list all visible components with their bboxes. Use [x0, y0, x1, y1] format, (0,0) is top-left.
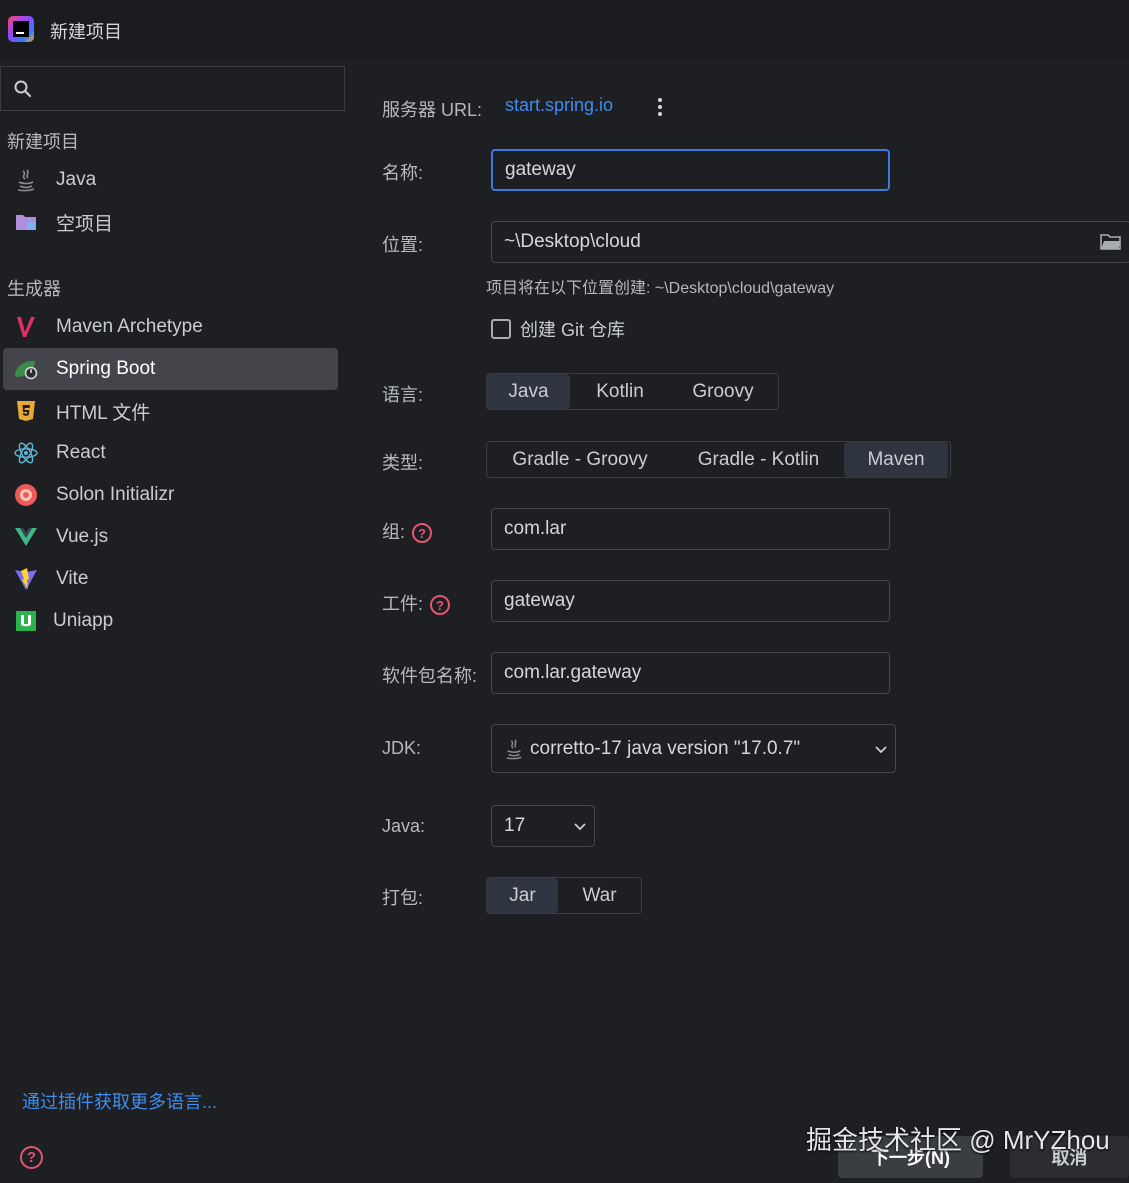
artifact-value: gateway [504, 590, 575, 611]
package-name-field[interactable]: com.lar.gateway [491, 652, 890, 694]
sidebar-item-html[interactable]: HTML 文件 [3, 390, 338, 432]
empty-project-icon [13, 209, 39, 235]
sidebar-item-maven-archetype[interactable]: Maven Archetype [3, 306, 338, 348]
java-version-dropdown[interactable]: 17 [491, 805, 595, 847]
react-icon [13, 440, 39, 466]
sidebar-item-label: Maven Archetype [56, 316, 203, 337]
packaging-label: 打包: [382, 888, 424, 908]
jdk-label: JDK: [382, 738, 422, 758]
create-git-repo-label: 创建 Git 仓库 [520, 320, 626, 340]
artifact-label-text: 工件: [382, 594, 424, 614]
location-field[interactable]: ~\Desktop\cloud [491, 221, 1129, 263]
name-value: gateway [505, 159, 576, 180]
folder-browse-icon[interactable] [1100, 233, 1122, 251]
type-option-maven[interactable]: Maven [844, 442, 948, 477]
group-value: com.lar [504, 518, 567, 539]
package-name-value: com.lar.gateway [504, 662, 642, 683]
sidebar-item-spring-boot[interactable]: Spring Boot [3, 348, 338, 390]
type-segmented-control: Gradle - Groovy Gradle - Kotlin Maven [486, 441, 951, 478]
type-option-gradle-kotlin[interactable]: Gradle - Kotlin [673, 442, 844, 477]
checkbox-box[interactable] [491, 319, 511, 339]
java-icon [506, 738, 522, 759]
sidebar-item-label: HTML 文件 [56, 402, 151, 424]
artifact-field[interactable]: gateway [491, 580, 890, 622]
sidebar-item-label: 空项目 [56, 213, 114, 235]
sidebar: 新建项目 Java 空项目 生成器 Maven Archetype Spring… [0, 58, 346, 1183]
window-title: 新建项目 [50, 22, 122, 42]
watermark: 掘金技术社区 @ MrYZhou [806, 1125, 1110, 1155]
jdk-value: corretto-17 java version "17.0.7" [530, 737, 801, 759]
jdk-dropdown[interactable]: corretto-17 java version "17.0.7" [491, 724, 896, 773]
sidebar-item-label: Vue.js [56, 526, 109, 547]
server-url-label: 服务器 URL: [382, 100, 483, 120]
location-hint: 项目将在以下位置创建: ~\Desktop\cloud\gateway [486, 280, 835, 297]
location-value: ~\Desktop\cloud [504, 231, 641, 252]
sidebar-item-label: Spring Boot [56, 358, 156, 379]
group-label: 组:? [382, 518, 433, 544]
java-version-label: Java: [382, 816, 426, 836]
project-settings-form: 服务器 URL: start.spring.io 名称: gateway 位置:… [346, 58, 1129, 1183]
artifact-help-icon[interactable]: ? [430, 595, 451, 616]
chevron-down-icon [574, 823, 586, 831]
search-icon [14, 80, 32, 98]
uniapp-icon [13, 608, 39, 634]
language-option-groovy[interactable]: Groovy [670, 374, 776, 409]
packaging-option-jar[interactable]: Jar [487, 878, 558, 913]
language-option-kotlin[interactable]: Kotlin [570, 374, 670, 409]
help-icon[interactable]: ? [20, 1146, 43, 1169]
sidebar-item-solon[interactable]: Solon Initializr [3, 474, 338, 516]
packaging-option-war[interactable]: War [558, 878, 641, 913]
sidebar-item-label: Vite [56, 568, 89, 589]
html5-icon [13, 398, 39, 424]
intellij-logo-icon [8, 16, 34, 42]
sidebar-item-label: React [56, 442, 106, 463]
group-field[interactable]: com.lar [491, 508, 890, 550]
java-icon [13, 167, 39, 193]
location-label: 位置: [382, 235, 424, 255]
solon-icon [13, 482, 39, 508]
type-option-gradle-groovy[interactable]: Gradle - Groovy [487, 442, 673, 477]
sidebar-item-label: Java [56, 169, 97, 190]
sidebar-item-java[interactable]: Java [3, 159, 338, 201]
vite-icon [13, 566, 39, 592]
vue-icon [13, 524, 39, 550]
spring-boot-icon [13, 356, 39, 382]
group-help-icon[interactable]: ? [412, 523, 433, 544]
artifact-label: 工件:? [382, 590, 451, 616]
package-name-label: 软件包名称: [382, 666, 478, 686]
group-label-text: 组: [382, 522, 406, 542]
packaging-segmented-control: Jar War [486, 877, 642, 914]
server-url-link[interactable]: start.spring.io [505, 95, 613, 116]
type-label: 类型: [382, 453, 424, 473]
maven-icon [13, 314, 39, 340]
language-option-java[interactable]: Java [487, 374, 570, 409]
section-title-new-project: 新建项目 [7, 132, 79, 152]
chevron-down-icon [875, 746, 887, 754]
section-title-generators: 生成器 [7, 279, 61, 299]
name-label: 名称: [382, 163, 424, 183]
create-git-repo-checkbox[interactable]: 创建 Git 仓库 [491, 316, 625, 342]
language-label: 语言: [382, 385, 424, 405]
sidebar-item-vue[interactable]: Vue.js [3, 516, 338, 558]
search-input[interactable] [0, 66, 345, 111]
java-version-value: 17 [504, 815, 526, 836]
sidebar-item-uniapp[interactable]: Uniapp [3, 600, 338, 642]
sidebar-item-label: Solon Initializr [56, 484, 175, 505]
sidebar-item-react[interactable]: React [3, 432, 338, 474]
name-field[interactable]: gateway [491, 149, 890, 191]
sidebar-item-label: Uniapp [53, 610, 114, 631]
get-more-languages-link[interactable]: 通过插件获取更多语言... [22, 1088, 217, 1114]
sidebar-item-empty-project[interactable]: 空项目 [3, 201, 338, 243]
language-segmented-control: Java Kotlin Groovy [486, 373, 779, 410]
more-options-icon[interactable] [658, 98, 662, 116]
title-bar: 新建项目 [0, 0, 1129, 58]
sidebar-item-vite[interactable]: Vite [3, 558, 338, 600]
